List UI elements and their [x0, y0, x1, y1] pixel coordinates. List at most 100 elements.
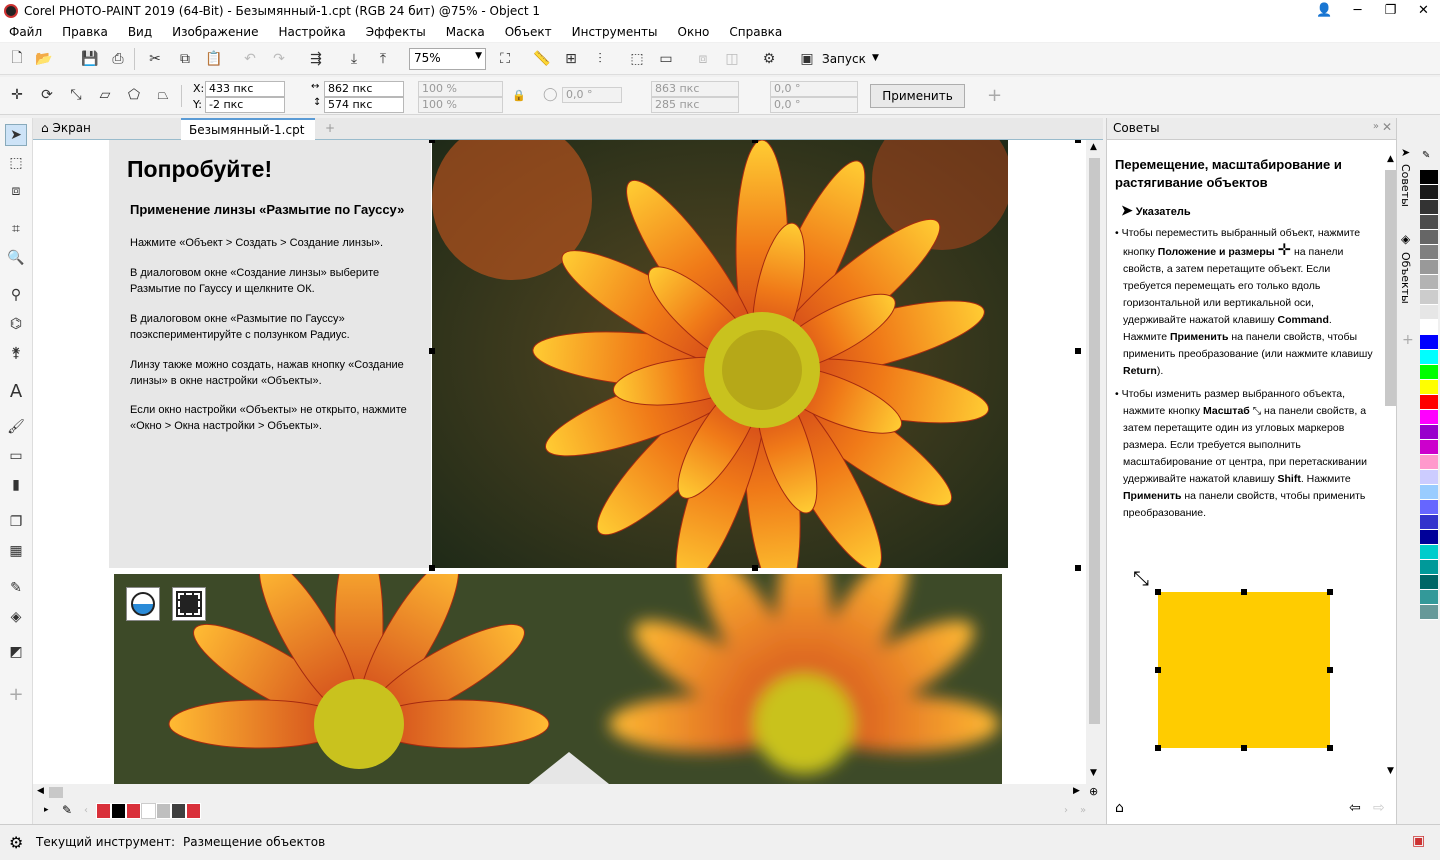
- palette-swatch[interactable]: [1420, 455, 1438, 470]
- tips-home-icon[interactable]: ⌂: [1115, 800, 1124, 816]
- palette-swatch[interactable]: [1420, 515, 1438, 530]
- scale-icon[interactable]: ⤡: [65, 84, 87, 106]
- width-field[interactable]: 862 пкс: [324, 81, 404, 97]
- transparency-tool-icon[interactable]: ▦: [5, 540, 27, 562]
- palette-swatch[interactable]: [1420, 470, 1438, 485]
- palette-more-icon[interactable]: »: [1080, 805, 1086, 816]
- mask-overlay-icon[interactable]: ▭: [655, 48, 677, 70]
- palette-swatch[interactable]: [1420, 410, 1438, 425]
- mask-marquee-icon[interactable]: ⬚: [626, 48, 648, 70]
- scroll-up-icon[interactable]: ▲: [1090, 142, 1097, 152]
- redo-icon[interactable]: ↷: [268, 48, 290, 70]
- scroll-left-icon[interactable]: ◀: [37, 786, 44, 796]
- launch-label[interactable]: Запуск: [822, 52, 866, 66]
- horizontal-scrollbar[interactable]: ◀ ▶ ⊕: [33, 784, 1103, 801]
- new-document-icon[interactable]: 🗋: [6, 48, 28, 70]
- doc-swatch[interactable]: [141, 803, 156, 819]
- zoom-fit-icon[interactable]: ⛶: [494, 48, 516, 70]
- palette-swatch[interactable]: [1420, 575, 1438, 590]
- scroll-down-icon[interactable]: ▼: [1090, 768, 1097, 778]
- close-button[interactable]: ✕: [1407, 0, 1440, 21]
- scale-height-field[interactable]: 100 %: [418, 97, 503, 113]
- canvas-area[interactable]: Попробуйте! Применение линзы «Размытие п…: [33, 140, 1086, 784]
- palette-swatch[interactable]: [1420, 365, 1438, 380]
- rotate-icon[interactable]: ⟳: [36, 84, 58, 106]
- minimize-button[interactable]: ─: [1341, 0, 1374, 21]
- tips-forward-icon[interactable]: ⇨: [1373, 800, 1385, 816]
- add-docker-icon[interactable]: +: [1402, 332, 1414, 348]
- color-profile-icon[interactable]: ▣: [1412, 833, 1425, 849]
- palette-swatch[interactable]: [1420, 215, 1438, 230]
- tips-back-icon[interactable]: ⇦: [1349, 800, 1361, 816]
- palette-swatch[interactable]: [1420, 230, 1438, 245]
- create-lens-icon[interactable]: [172, 587, 206, 621]
- lens-preview-photo[interactable]: [114, 574, 1002, 784]
- palette-swatch[interactable]: [1420, 425, 1438, 440]
- palette-swatch[interactable]: [1420, 170, 1438, 185]
- docker-expand-icon[interactable]: »: [1373, 121, 1379, 132]
- docker-close-icon[interactable]: ✕: [1382, 120, 1392, 134]
- tab-welcome[interactable]: ⌂ Экран приветствия: [33, 118, 181, 156]
- menu-help[interactable]: Справка: [729, 25, 782, 39]
- palette-swatch[interactable]: [1420, 500, 1438, 515]
- palette-swatch[interactable]: [1420, 590, 1438, 605]
- palette-swatch[interactable]: [1420, 185, 1438, 200]
- open-folder-icon[interactable]: 📂: [33, 48, 55, 70]
- palette-swatch[interactable]: [1420, 440, 1438, 455]
- menu-effects[interactable]: Эффекты: [366, 25, 426, 39]
- palette-swatch[interactable]: [1420, 605, 1438, 620]
- docker-scroll-up-icon[interactable]: ▲: [1387, 154, 1394, 164]
- menu-file[interactable]: Файл: [9, 25, 42, 39]
- skew-x-field[interactable]: 0,0 °: [770, 81, 858, 97]
- fill-tool-icon[interactable]: ◈: [5, 606, 27, 628]
- palette-swatch[interactable]: [1420, 275, 1438, 290]
- undo-icon[interactable]: ↶: [239, 48, 261, 70]
- gear-icon[interactable]: ⚙: [758, 48, 780, 70]
- restore-button[interactable]: ❐: [1374, 0, 1407, 21]
- hscroll-thumb[interactable]: [49, 787, 63, 798]
- object-marquee-icon[interactable]: ⧈: [692, 48, 714, 70]
- menu-tools[interactable]: Инструменты: [572, 25, 658, 39]
- chevron-down-icon[interactable]: ▼: [872, 53, 879, 63]
- distort-icon[interactable]: ⬠: [123, 84, 145, 106]
- palette-swatch[interactable]: [1420, 380, 1438, 395]
- flower-photo[interactable]: [432, 140, 1008, 568]
- launch-icon[interactable]: ▣: [796, 48, 818, 70]
- pointer-tool-icon[interactable]: ➤: [5, 124, 27, 146]
- y-position-field[interactable]: -2 пкс: [205, 97, 285, 113]
- palette-swatch[interactable]: [1420, 350, 1438, 365]
- copy-icon[interactable]: ⧉: [174, 48, 196, 70]
- lens-icon[interactable]: [126, 587, 160, 621]
- scroll-right-icon[interactable]: ▶: [1073, 786, 1080, 796]
- palette-swatch[interactable]: [1420, 335, 1438, 350]
- crop-tool-icon[interactable]: ⌗: [5, 218, 27, 240]
- palette-swatch[interactable]: [1420, 485, 1438, 500]
- save-icon[interactable]: 💾: [79, 48, 101, 70]
- palette-swatch[interactable]: [1420, 320, 1438, 335]
- new-tab-icon[interactable]: +: [317, 118, 343, 140]
- center-y-field[interactable]: 285 пкс: [651, 97, 739, 113]
- doc-swatch[interactable]: [126, 803, 141, 819]
- rotation-angle-field[interactable]: 0,0 °: [562, 87, 622, 103]
- position-size-icon[interactable]: ✛: [6, 84, 28, 106]
- checkpoint-icon[interactable]: ⇶: [305, 48, 327, 70]
- drop-shadow-icon[interactable]: ❐: [5, 511, 27, 533]
- docker-scroll-thumb[interactable]: [1385, 170, 1396, 406]
- lens-icon[interactable]: ◫: [721, 48, 743, 70]
- zoom-navigator-icon[interactable]: ⊕: [1089, 785, 1098, 798]
- paste-icon[interactable]: 📋: [203, 48, 225, 70]
- zoom-tool-icon[interactable]: 🔍: [5, 247, 27, 269]
- palette-swatch[interactable]: [1420, 290, 1438, 305]
- skew-y-field[interactable]: 0,0 °: [770, 97, 858, 113]
- scale-width-field[interactable]: 100 %: [418, 81, 503, 97]
- palette-eyedropper-icon[interactable]: ✎: [62, 803, 72, 817]
- add-icon[interactable]: +: [987, 85, 1002, 106]
- eyedropper-tool-icon[interactable]: ⚵: [5, 342, 27, 364]
- doc-swatch[interactable]: [186, 803, 201, 819]
- menu-window[interactable]: Окно: [678, 25, 710, 39]
- palette-right-icon[interactable]: ›: [1064, 805, 1068, 816]
- palette-eyedropper-icon[interactable]: ✎: [1422, 150, 1430, 161]
- mask-transform-icon[interactable]: ⧈: [5, 180, 27, 202]
- menu-object[interactable]: Объект: [505, 25, 552, 39]
- export-icon[interactable]: ⤒: [372, 48, 394, 70]
